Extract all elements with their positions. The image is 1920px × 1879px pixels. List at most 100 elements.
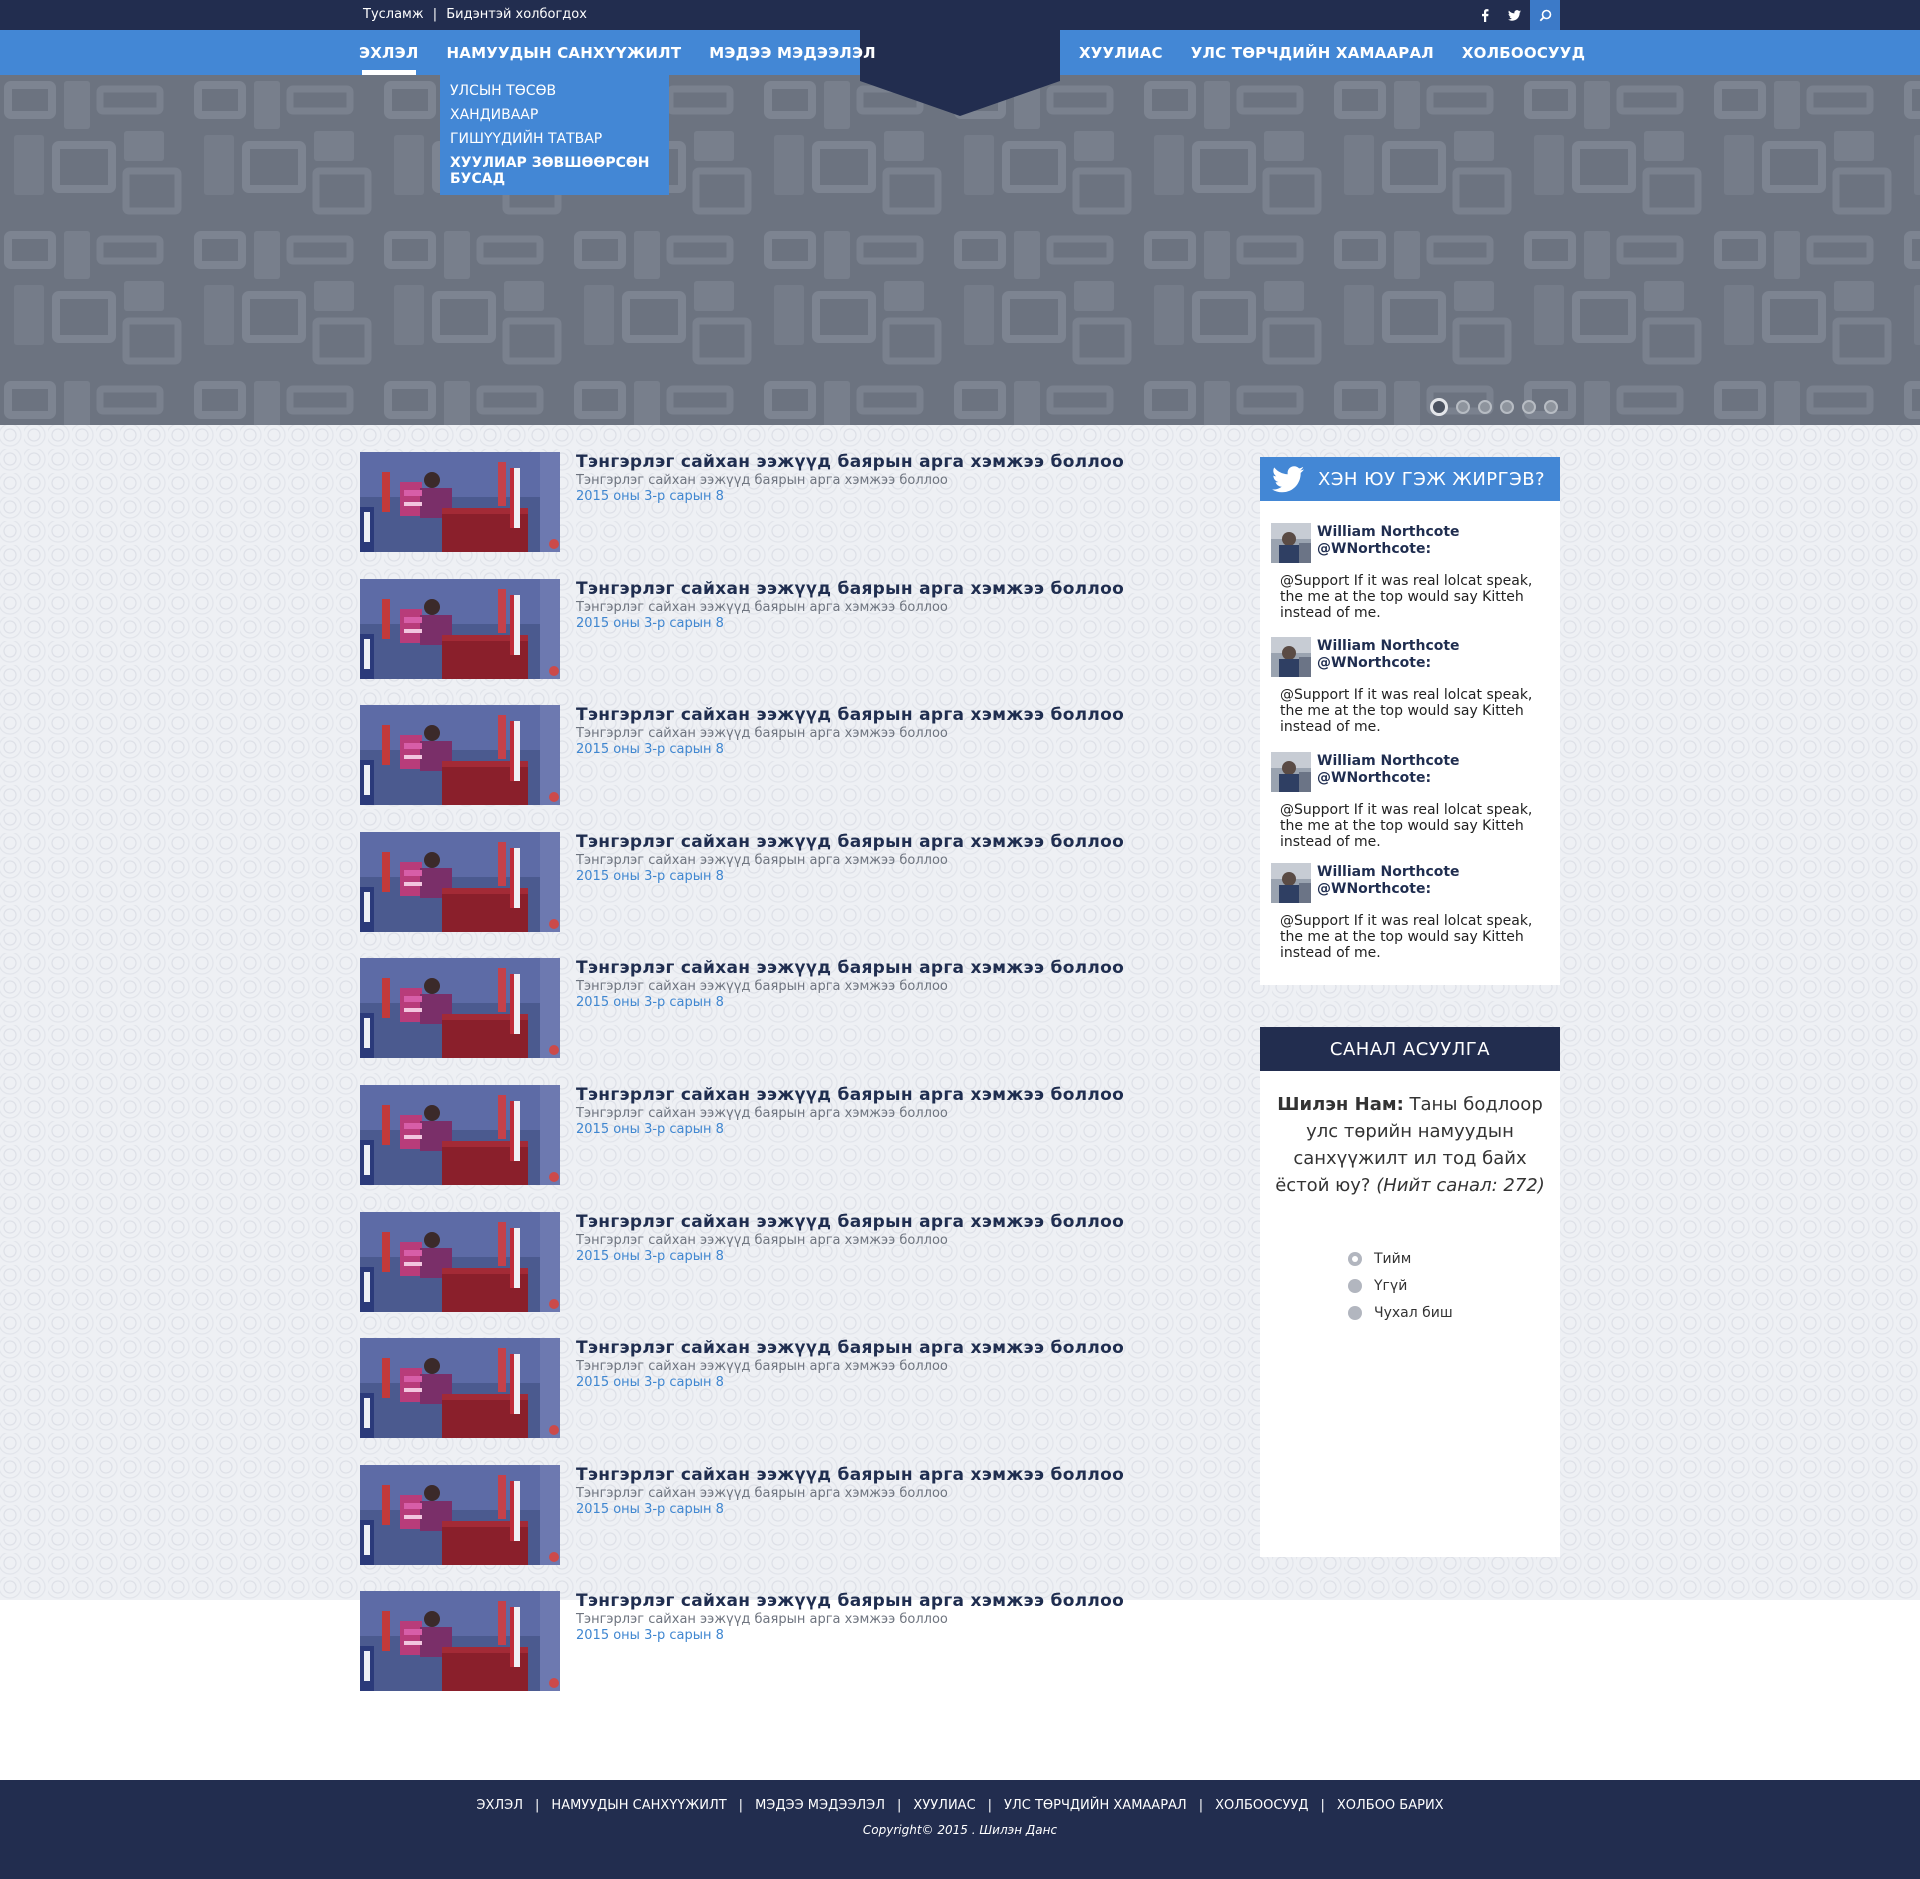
contact-link[interactable]: Бидэнтэй холбогдох [446,7,587,22]
news-thumbnail[interactable] [360,1085,560,1185]
nav-item-laws[interactable]: ХУУЛИАС [1065,30,1177,75]
news-subtitle: Тэнгэрлэг сайхан ээжүүд баярын арга хэмж… [576,852,948,868]
nav-item-links[interactable]: ХОЛБООСУУД [1448,30,1599,75]
tweet-author-handle[interactable]: @WNorthcote: [1317,541,1460,558]
tweet-author-handle[interactable]: @WNorthcote: [1317,881,1460,898]
tweet-author[interactable]: William Northcote @WNorthcote: [1317,864,1460,898]
tweet-author-handle[interactable]: @WNorthcote: [1317,655,1460,672]
news-thumbnail[interactable] [360,1338,560,1439]
help-link[interactable]: Тусламж [363,7,424,22]
avatar[interactable] [1271,863,1311,903]
slider-dot[interactable] [1500,400,1514,414]
footer-link[interactable]: УЛС ТӨРЧДИЙН ХАМААРАЛ [1004,1798,1187,1813]
news-title[interactable]: Тэнгэрлэг сайхан ээжүүд баярын арга хэмж… [576,1085,1124,1105]
news-item[interactable]: Тэнгэрлэг сайхан ээжүүд баярын арга хэмж… [360,1338,1160,1439]
slider-dot[interactable] [1522,400,1536,414]
poll-title: САНАЛ АСУУЛГА [1329,1038,1491,1060]
news-title[interactable]: Тэнгэрлэг сайхан ээжүүд баярын арга хэмж… [576,1212,1124,1232]
news-thumbnail[interactable] [360,452,560,552]
nav-item-news[interactable]: МЭДЭЭ МЭДЭЭЛЭЛ [695,30,890,75]
news-title[interactable]: Тэнгэрлэг сайхан ээжүүд баярын арга хэмж… [576,1338,1124,1358]
slider-dot[interactable] [1456,400,1470,414]
footer-link[interactable]: ХУУЛИАС [913,1798,975,1813]
twitter-widget-header: ХЭН ЮУ ГЭЖ ЖИРГЭВ? [1260,457,1560,501]
nav-item-home[interactable]: ЭХЛЭЛ [345,30,433,75]
news-thumbnail[interactable] [360,831,560,932]
poll-total-votes: (Нийт санал: 272) [1376,1175,1545,1196]
news-title[interactable]: Тэнгэрлэг сайхан ээжүүд баярын арга хэмж… [576,705,1124,725]
news-thumbnail[interactable] [360,705,560,806]
footer-link[interactable]: ХОЛБОО БАРИХ [1337,1798,1444,1813]
news-date: 2015 оны 3-р сарын 8 [576,489,724,504]
poll-option-no[interactable]: Үгүй [1348,1272,1453,1299]
slider-dot[interactable] [1430,398,1448,416]
dropdown-item-state-budget[interactable]: УЛСЫН ТӨСӨВ [450,83,659,99]
news-title[interactable]: Тэнгэрлэг сайхан ээжүүд баярын арга хэмж… [576,1465,1124,1485]
tweet-author-handle[interactable]: @WNorthcote: [1317,770,1460,787]
news-item[interactable]: Тэнгэрлэг сайхан ээжүүд баярын арга хэмж… [360,452,1160,552]
nav-right: ХУУЛИАС УЛС ТӨРЧДИЙН ХАМААРАЛ ХОЛБООСУУД [1065,30,1599,75]
twitter-icon[interactable] [1499,0,1529,30]
footer-link[interactable]: МЭДЭЭ МЭДЭЭЛЭЛ [755,1798,885,1813]
tweet-author[interactable]: William Northcote @WNorthcote: [1317,753,1460,787]
news-title[interactable]: Тэнгэрлэг сайхан ээжүүд баярын арга хэмж… [576,452,1124,472]
news-date: 2015 оны 3-р сарын 8 [576,995,724,1011]
news-title[interactable]: Тэнгэрлэг сайхан ээжүүд баярын арга хэмж… [576,832,1124,852]
tweet-author-name[interactable]: William Northcote [1317,864,1460,881]
news-thumbnail[interactable] [360,958,560,1059]
news-title[interactable]: Тэнгэрлэг сайхан ээжүүд баярын арга хэмж… [576,958,1124,978]
tweet-author-name[interactable]: William Northcote [1317,638,1460,655]
news-item[interactable]: Тэнгэрлэг сайхан ээжүүд баярын арга хэмж… [360,578,1160,679]
news-thumbnail[interactable] [360,1591,560,1692]
news-item[interactable]: Тэнгэрлэг сайхан ээжүүд баярын арга хэмж… [360,1464,1160,1565]
nav-item-party-financing[interactable]: НАМУУДЫН САНХҮҮЖИЛТ [433,30,696,75]
footer-link[interactable]: ЭХЛЭЛ [476,1798,523,1813]
dropdown-item-member-fees[interactable]: ГИШҮҮДИЙН ТАТВАР [450,131,659,147]
slider-dot[interactable] [1478,400,1492,414]
news-item[interactable]: Тэнгэрлэг сайхан ээжүүд баярын арга хэмж… [360,1591,1160,1692]
copyright: Copyright© 2015 . Шилэн Данс [862,1823,1058,1837]
radio-button[interactable] [1348,1278,1362,1293]
footer-link[interactable]: ХОЛБООСУУД [1215,1798,1308,1813]
twitter-widget-title: ХЭН ЮУ ГЭЖ ЖИРГЭВ? [1318,468,1546,490]
radio-button[interactable] [1348,1251,1362,1266]
footer-link[interactable]: НАМУУДЫН САНХҮҮЖИЛТ [551,1798,726,1813]
facebook-icon[interactable] [1470,0,1500,30]
news-title[interactable]: Тэнгэрлэг сайхан ээжүүд баярын арга хэмж… [576,1591,1124,1611]
news-subtitle: Тэнгэрлэг сайхан ээжүүд баярын арга хэмж… [576,473,948,488]
news-thumbnail[interactable] [360,1464,560,1565]
top-links-separator: | [432,7,438,22]
news-subtitle: Тэнгэрлэг сайхан ээжүүд баярын арга хэмж… [576,726,948,742]
poll-option-yes[interactable]: Тийм [1348,1245,1453,1272]
poll-option-not-important[interactable]: Чухал биш [1348,1299,1453,1326]
tweet-author-name[interactable]: William Northcote [1317,524,1460,541]
footer-separator: | [1198,1798,1204,1813]
search-icon[interactable] [1530,0,1560,30]
nav-item-politicians-relations[interactable]: УЛС ТӨРЧДИЙН ХАМААРАЛ [1177,30,1448,75]
footer-separator: | [897,1798,902,1813]
news-item[interactable]: Тэнгэрлэг сайхан ээжүүд баярын арга хэмж… [360,705,1160,806]
avatar[interactable] [1271,523,1311,563]
news-item[interactable]: Тэнгэрлэг сайхан ээжүүд баярын арга хэмж… [360,1085,1160,1185]
news-title[interactable]: Тэнгэрлэг сайхан ээжүүд баярын арга хэмж… [576,579,1124,599]
radio-button[interactable] [1348,1305,1362,1320]
news-item[interactable]: Тэнгэрлэг сайхан ээжүүд баярын арга хэмж… [360,958,1160,1059]
news-thumbnail[interactable] [360,578,560,679]
twitter-widget: ХЭН ЮУ ГЭЖ ЖИРГЭВ? William Northcote @WN… [1260,457,1560,985]
news-item[interactable]: Тэнгэрлэг сайхан ээжүүд баярын арга хэмж… [360,831,1160,932]
tweet-author[interactable]: William Northcote @WNorthcote: [1317,524,1460,558]
slider-dot[interactable] [1544,400,1558,414]
poll-option-label: Тийм [1374,1250,1412,1267]
tweet-author[interactable]: William Northcote @WNorthcote: [1317,638,1460,672]
news-date: 2015 оны 3-р сарын 8 [576,742,724,758]
news-thumbnail[interactable] [360,1211,560,1312]
top-bar: Тусламж | Бидэнтэй холбогдох [0,0,1920,30]
avatar[interactable] [1271,637,1311,677]
news-subtitle: Тэнгэрлэг сайхан ээжүүд баярын арга хэмж… [576,1359,948,1375]
poll-party: Шилэн Нам: [1277,1094,1404,1115]
dropdown-item-other-legal[interactable]: ХУУЛИАР ЗӨВШӨӨРСӨН БУСАД [450,155,659,187]
news-item[interactable]: Тэнгэрлэг сайхан ээжүүд баярын арга хэмж… [360,1211,1160,1312]
tweet-author-name[interactable]: William Northcote [1317,753,1460,770]
dropdown-item-donations[interactable]: ХАНДИВААР [450,107,659,123]
avatar[interactable] [1271,752,1311,792]
